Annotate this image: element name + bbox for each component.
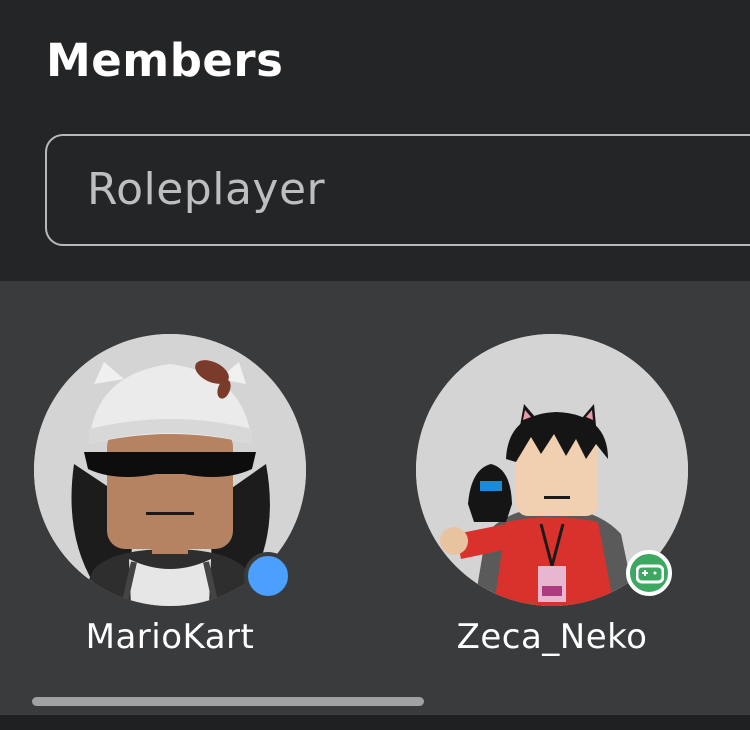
- member-name[interactable]: MarioKart: [34, 617, 306, 657]
- member-card[interactable]: MarioKart: [34, 334, 334, 664]
- gamepad-icon: [636, 564, 664, 584]
- in-game-status-indicator: [626, 550, 672, 596]
- member-card[interactable]: Zeca_Neko: [416, 334, 716, 664]
- members-section: Members Roleplayer MarioKart Zeca_Neko: [0, 0, 750, 730]
- page-title: Members: [46, 34, 284, 87]
- role-dropdown[interactable]: Roleplayer: [45, 134, 750, 246]
- members-list[interactable]: MarioKart Zeca_Neko: [0, 281, 750, 715]
- online-status-indicator: [244, 552, 292, 600]
- bottom-divider: [0, 715, 750, 730]
- role-dropdown-value: Roleplayer: [87, 164, 326, 215]
- horizontal-scrollbar[interactable]: [32, 697, 424, 706]
- members-header: Members Roleplayer: [0, 0, 750, 281]
- member-name[interactable]: Zeca_Neko: [416, 617, 688, 657]
